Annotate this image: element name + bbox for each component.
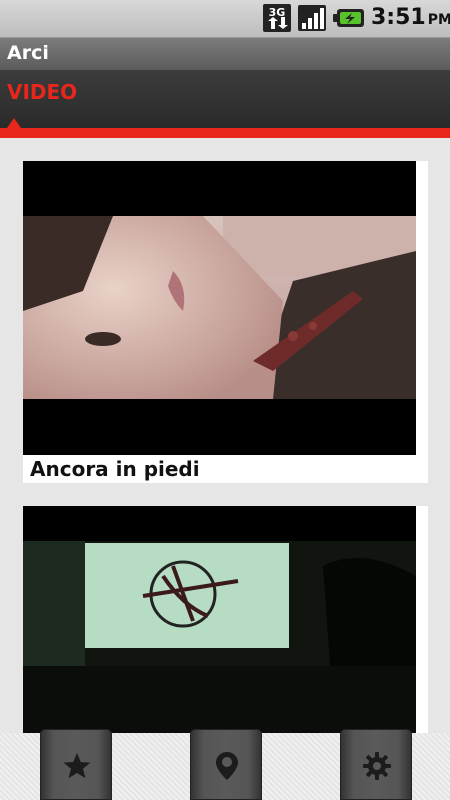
tab-selected-indicator <box>7 118 21 128</box>
signal-strength-icon <box>298 5 326 31</box>
video-thumbnail[interactable] <box>23 506 416 733</box>
tab-video-label: VIDEO <box>7 80 78 104</box>
tab-strip: VIDEO <box>0 70 450 128</box>
clock-ampm: PM <box>427 12 450 28</box>
bottom-nav-bar <box>0 729 450 800</box>
video-card[interactable] <box>23 506 428 733</box>
app-title: Arci <box>7 42 49 64</box>
video-thumbnail[interactable] <box>23 161 416 455</box>
video-thumbnail-image <box>23 216 416 399</box>
tab-underline <box>0 128 450 138</box>
status-bar: 3G 3:51 PM <box>0 0 450 38</box>
tab-video[interactable]: VIDEO <box>0 70 120 128</box>
map-pin-icon <box>216 752 238 780</box>
3g-data-icon: 3G <box>263 4 291 32</box>
settings-tab[interactable] <box>340 729 412 800</box>
title-bar: Arci <box>0 38 450 70</box>
video-card[interactable]: Ancora in piedi <box>23 161 428 483</box>
favorites-tab[interactable] <box>40 729 112 800</box>
video-list[interactable]: Ancora in piedi <box>0 138 450 733</box>
video-thumbnail-image <box>23 541 416 733</box>
star-icon <box>63 753 91 779</box>
gear-icon <box>363 752 391 780</box>
battery-charging-icon <box>333 9 364 27</box>
map-tab[interactable] <box>190 729 262 800</box>
clock-time: 3:51 <box>371 5 426 30</box>
clock: 3:51 PM <box>371 5 450 30</box>
video-title[interactable]: Ancora in piedi <box>30 457 200 481</box>
